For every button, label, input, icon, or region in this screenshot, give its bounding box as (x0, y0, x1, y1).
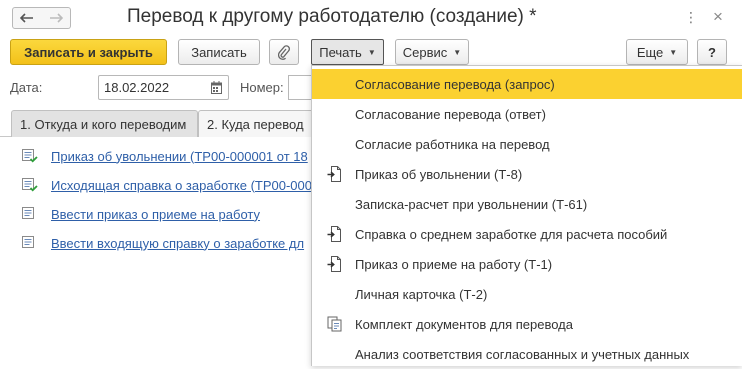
tab-from-whom[interactable]: 1. Откуда и кого переводим (11, 110, 198, 137)
menu-item-average-earnings-certificate[interactable]: Справка о среднем заработке для расчета … (312, 219, 742, 249)
service-button-label: Сервис (402, 44, 448, 60)
menu-item-personal-card-t2[interactable]: Личная карточка (Т-2) (312, 279, 742, 309)
print-button-label: Печать (319, 44, 362, 60)
enter-hiring-order-link[interactable]: Ввести приказ о приеме на работу (51, 207, 260, 222)
menu-item-label: Личная карточка (Т-2) (355, 287, 488, 302)
menu-item-label: Приказ о приеме на работу (Т-1) (355, 257, 553, 272)
menu-item-label: Анализ соответствия согласованных и учет… (355, 347, 690, 362)
document-icon (22, 236, 34, 248)
enter-incoming-certificate-link[interactable]: Ввести входящую справку о заработке дл (51, 236, 304, 251)
print-form-icon (327, 256, 341, 272)
more-actions-icon[interactable]: ⋮ (684, 10, 698, 24)
date-value: 18.02.2022 (104, 80, 170, 95)
menu-item-label: Согласование перевода (запрос) (355, 77, 555, 92)
attach-button[interactable] (269, 39, 299, 65)
chevron-down-icon: ▼ (453, 47, 462, 57)
calendar-icon[interactable] (211, 81, 222, 94)
save-and-close-button[interactable]: Записать и закрыть (10, 39, 167, 65)
date-field[interactable]: 18.02.2022 (98, 75, 229, 100)
list-item: Ввести входящую справку о заработке дл (22, 234, 304, 252)
menu-item-approval-request[interactable]: Согласование перевода (запрос) (312, 69, 742, 99)
menu-item-label: Приказ об увольнении (Т-8) (355, 167, 523, 182)
number-label: Номер: (240, 80, 284, 95)
menu-item-data-compliance-analysis[interactable]: Анализ соответствия согласованных и учет… (312, 339, 742, 369)
menu-item-label: Согласие работника на перевод (355, 137, 550, 152)
print-form-icon (327, 166, 341, 182)
menu-item-hiring-order-t1[interactable]: Приказ о приеме на работу (Т-1) (312, 249, 742, 279)
forward-button[interactable] (41, 7, 71, 29)
menu-item-label: Комплект документов для перевода (355, 317, 573, 332)
dismissal-order-link[interactable]: Приказ об увольнении (ТР00-000001 от 18 (51, 149, 308, 164)
list-item: Исходящая справка о заработке (ТР00-000 (22, 176, 312, 194)
list-item: Приказ об увольнении (ТР00-000001 от 18 (22, 147, 308, 165)
tab-where-to[interactable]: 2. Куда перевод (198, 110, 318, 137)
list-item: Ввести приказ о приеме на работу (22, 205, 260, 223)
menu-item-dismissal-order-t8[interactable]: Приказ об увольнении (Т-8) (312, 159, 742, 189)
document-icon (22, 207, 34, 219)
window-title: Перевод к другому работодателю (создание… (127, 6, 537, 27)
menu-item-label: Записка-расчет при увольнении (Т-61) (355, 197, 588, 212)
print-form-icon (327, 226, 341, 242)
menu-item-settlement-note-t61[interactable]: Записка-расчет при увольнении (Т-61) (312, 189, 742, 219)
document-posted-icon (22, 149, 38, 163)
menu-item-label: Согласование перевода (ответ) (355, 107, 546, 122)
document-posted-icon (22, 178, 38, 192)
print-menu-button[interactable]: Печать ▼ (311, 39, 384, 65)
outgoing-salary-certificate-link[interactable]: Исходящая справка о заработке (ТР00-000 (51, 178, 312, 193)
menu-item-employee-consent[interactable]: Согласие работника на перевод (312, 129, 742, 159)
paperclip-icon (278, 44, 290, 60)
document-set-icon (327, 316, 342, 332)
arrow-left-icon (20, 13, 33, 23)
arrow-right-icon (49, 13, 63, 23)
service-menu-button[interactable]: Сервис ▼ (395, 39, 469, 65)
menu-item-approval-response[interactable]: Согласование перевода (ответ) (312, 99, 742, 129)
more-button-label: Еще (636, 44, 664, 60)
chevron-down-icon: ▼ (669, 47, 678, 57)
back-button[interactable] (12, 7, 42, 29)
menu-item-document-set[interactable]: Комплект документов для перевода (312, 309, 742, 339)
help-button[interactable]: ? (697, 39, 727, 65)
menu-item-label: Справка о среднем заработке для расчета … (355, 227, 668, 242)
date-label: Дата: (10, 80, 43, 95)
close-icon[interactable]: × (713, 8, 723, 25)
more-menu-button[interactable]: Еще ▼ (626, 39, 688, 65)
print-dropdown-menu: Согласование перевода (запрос) Согласова… (311, 65, 742, 366)
save-button[interactable]: Записать (178, 39, 260, 65)
chevron-down-icon: ▼ (367, 47, 376, 57)
